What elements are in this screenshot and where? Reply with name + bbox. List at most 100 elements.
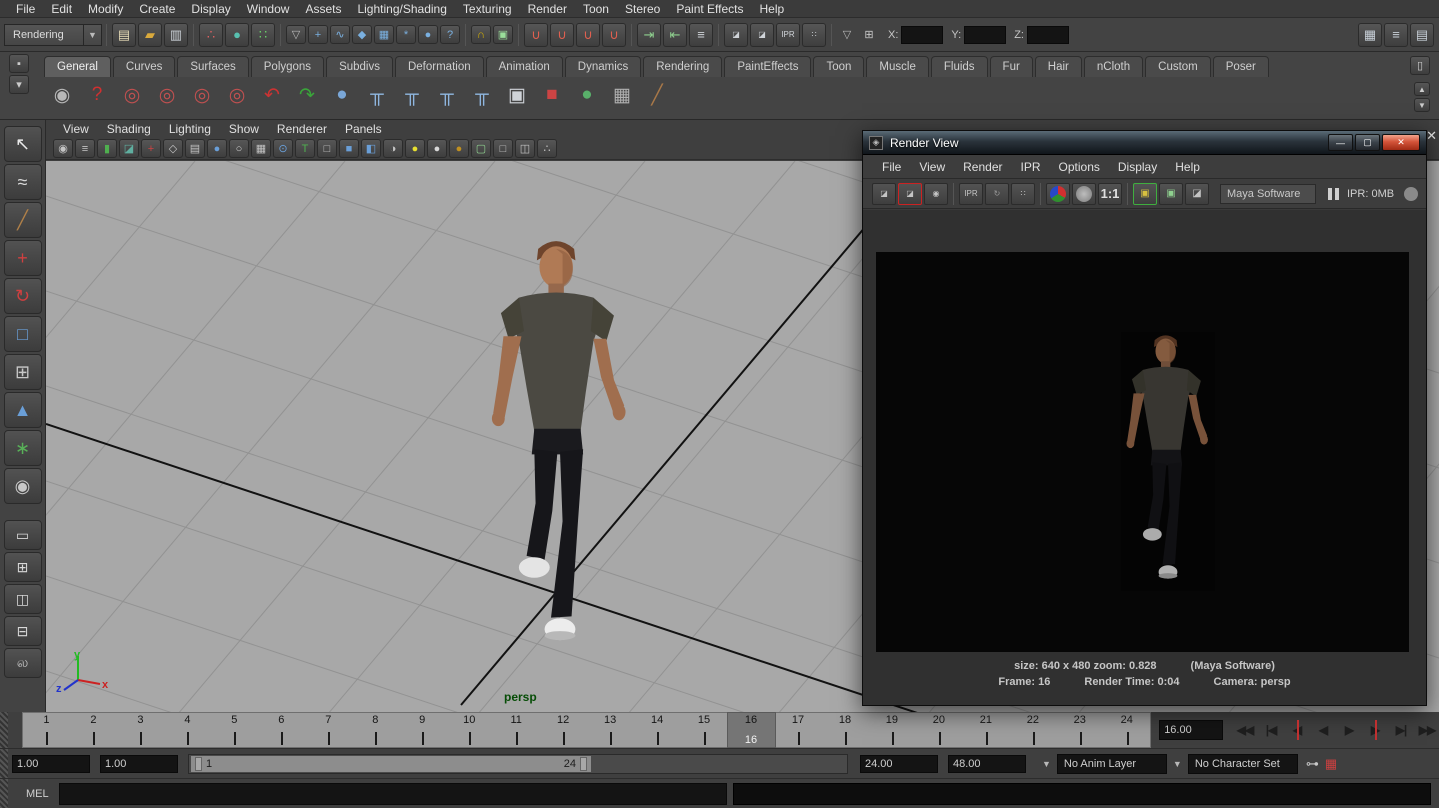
- current-time-field[interactable]: 16.00: [1159, 720, 1223, 740]
- tool-settings-icon[interactable]: ≡: [1384, 23, 1408, 47]
- four-pane-layout-button[interactable]: ⊞: [4, 552, 42, 582]
- object-mode-icon[interactable]: ●: [225, 23, 249, 47]
- wireframe-icon[interactable]: ◇: [163, 139, 183, 158]
- film-gate-icon[interactable]: ▤: [185, 139, 205, 158]
- timeline-frame-12[interactable]: 12: [540, 713, 587, 747]
- shelf-camera-orbit-icon[interactable]: ◎: [116, 79, 148, 111]
- shelf-tab-poser[interactable]: Poser: [1213, 56, 1269, 77]
- shelf-tab-curves[interactable]: Curves: [113, 56, 175, 77]
- shelf-tab-deformation[interactable]: Deformation: [395, 56, 484, 77]
- auto-keyframe-icon[interactable]: ▦: [1325, 756, 1337, 772]
- move-tool[interactable]: +: [4, 240, 42, 276]
- timeline-frame-23[interactable]: 23: [1056, 713, 1103, 747]
- timeline-frame-22[interactable]: 22: [1009, 713, 1056, 747]
- timeline-frame-11[interactable]: 11: [493, 713, 540, 747]
- render-view-menu-item-render[interactable]: Render: [954, 160, 1011, 174]
- shelf-tab-painteffects[interactable]: PaintEffects: [724, 56, 811, 77]
- timeline-frame-9[interactable]: 9: [399, 713, 446, 747]
- snap-to-curves-icon[interactable]: ∪: [550, 23, 574, 47]
- shelf-menu-icon[interactable]: ▪: [9, 54, 29, 73]
- rv-refresh-icon[interactable]: ↻: [985, 183, 1009, 205]
- default-material-icon[interactable]: ○: [229, 139, 249, 158]
- ghost-icon[interactable]: ⊙: [273, 139, 293, 158]
- shelf-trash-icon[interactable]: ▯: [1410, 56, 1430, 75]
- shelf-tab-fur[interactable]: Fur: [990, 56, 1033, 77]
- rv-snapshot-icon[interactable]: ◉: [924, 183, 948, 205]
- timeline-frame-4[interactable]: 4: [164, 713, 211, 747]
- step-forward-key-button[interactable]: ▶: [1363, 718, 1387, 742]
- checker-sphere-icon[interactable]: ◑: [383, 139, 403, 158]
- timeline-frame-2[interactable]: 2: [70, 713, 117, 747]
- component-mode-icon[interactable]: ∷: [251, 23, 275, 47]
- drag-handle[interactable]: [0, 749, 8, 778]
- menu-item-render[interactable]: Render: [520, 2, 575, 16]
- x-input[interactable]: [901, 26, 943, 44]
- select-camera-icon[interactable]: ◉: [53, 139, 73, 158]
- rv-ipr-region-icon[interactable]: ∷: [1011, 183, 1035, 205]
- timeline-frame-19[interactable]: 19: [868, 713, 915, 747]
- select-tool[interactable]: ↖: [4, 126, 42, 162]
- mask-curves-icon[interactable]: ∿: [330, 25, 350, 44]
- snap-to-points-icon[interactable]: ∪: [576, 23, 600, 47]
- timeline-frame-8[interactable]: 8: [352, 713, 399, 747]
- shelf-tab-toon[interactable]: Toon: [813, 56, 864, 77]
- timeline-frame-3[interactable]: 3: [117, 713, 164, 747]
- chevron-down-icon[interactable]: ▼: [83, 25, 101, 45]
- menu-item-edit[interactable]: Edit: [43, 2, 80, 16]
- ipr-render-icon[interactable]: IPR: [776, 23, 800, 47]
- shelf-redo-icon[interactable]: ↷: [291, 79, 323, 111]
- animation-start-field[interactable]: 1.00: [12, 755, 90, 773]
- outputs-from-selected-icon[interactable]: ⇤: [663, 23, 687, 47]
- isolate-cube-icon[interactable]: □: [493, 139, 513, 158]
- shelf-delete-unused-icon[interactable]: ●: [326, 79, 358, 111]
- camera-attributes-icon[interactable]: ≡: [75, 139, 95, 158]
- render-view-menu-item-ipr[interactable]: IPR: [1012, 160, 1050, 174]
- shelf-tab-subdivs[interactable]: Subdivs: [326, 56, 393, 77]
- rendered-image[interactable]: [876, 252, 1409, 652]
- highlight-selection-icon[interactable]: ▣: [493, 25, 513, 44]
- rgb-channels-icon[interactable]: [1046, 183, 1070, 205]
- timeline-frame-17[interactable]: 17: [775, 713, 822, 747]
- shelf-window-icon[interactable]: ▣: [501, 79, 533, 111]
- shelf-tab-muscle[interactable]: Muscle: [866, 56, 928, 77]
- playback-range-bar[interactable]: 1 24: [191, 756, 591, 772]
- mel-toggle-label[interactable]: MEL: [26, 788, 49, 800]
- menu-item-stereo[interactable]: Stereo: [617, 2, 668, 16]
- wire-cube-icon[interactable]: □: [317, 139, 337, 158]
- shelf-tab-surfaces[interactable]: Surfaces: [177, 56, 248, 77]
- smooth-shade-icon[interactable]: ●: [207, 139, 227, 158]
- save-scene-icon[interactable]: ▥: [164, 23, 188, 47]
- anim-layer-selector[interactable]: No Anim Layer: [1057, 754, 1167, 774]
- render-view-menu-item-view[interactable]: View: [910, 160, 954, 174]
- panel-menu-item-panels[interactable]: Panels: [338, 122, 389, 136]
- key-light-icon[interactable]: ●: [405, 139, 425, 158]
- shaded-cube-icon[interactable]: ■: [339, 139, 359, 158]
- isolate-double-icon[interactable]: ◫: [515, 139, 535, 158]
- mask-filter-icon[interactable]: ▽: [286, 25, 306, 44]
- rv-render-region-icon[interactable]: ◪: [898, 183, 922, 205]
- timeline-frame-15[interactable]: 15: [681, 713, 728, 747]
- drag-handle[interactable]: [0, 779, 8, 808]
- mask-rendering-icon[interactable]: ●: [418, 25, 438, 44]
- gold-light-icon[interactable]: ●: [449, 139, 469, 158]
- mask-surfaces-icon[interactable]: ◆: [352, 25, 372, 44]
- z-input[interactable]: [1027, 26, 1069, 44]
- shelf-node-network-2-icon[interactable]: ╥: [396, 79, 428, 111]
- drag-handle[interactable]: [0, 712, 8, 748]
- timeline-frame-18[interactable]: 18: [821, 713, 868, 747]
- menu-item-window[interactable]: Window: [239, 2, 298, 16]
- renderer-selector[interactable]: Maya Software: [1220, 184, 1316, 204]
- menu-item-assets[interactable]: Assets: [297, 2, 349, 16]
- shelf-tab-animation[interactable]: Animation: [486, 56, 563, 77]
- shelf-select-group-icon[interactable]: ▦: [606, 79, 638, 111]
- shelf-node-network-3-icon[interactable]: ╥: [431, 79, 463, 111]
- close-button[interactable]: ✕: [1382, 134, 1420, 151]
- panel-menu-item-shading[interactable]: Shading: [100, 122, 158, 136]
- chevron-down-icon[interactable]: ▼: [1042, 759, 1051, 769]
- render-view-menu-item-file[interactable]: File: [873, 160, 910, 174]
- panel-menu-item-lighting[interactable]: Lighting: [162, 122, 218, 136]
- panel-menu-item-view[interactable]: View: [56, 122, 96, 136]
- mask-deformations-icon[interactable]: ▦: [374, 25, 394, 44]
- timeline-ruler[interactable]: 1 2 3 4 5: [22, 712, 1151, 748]
- playback-start-field[interactable]: 1.00: [100, 755, 178, 773]
